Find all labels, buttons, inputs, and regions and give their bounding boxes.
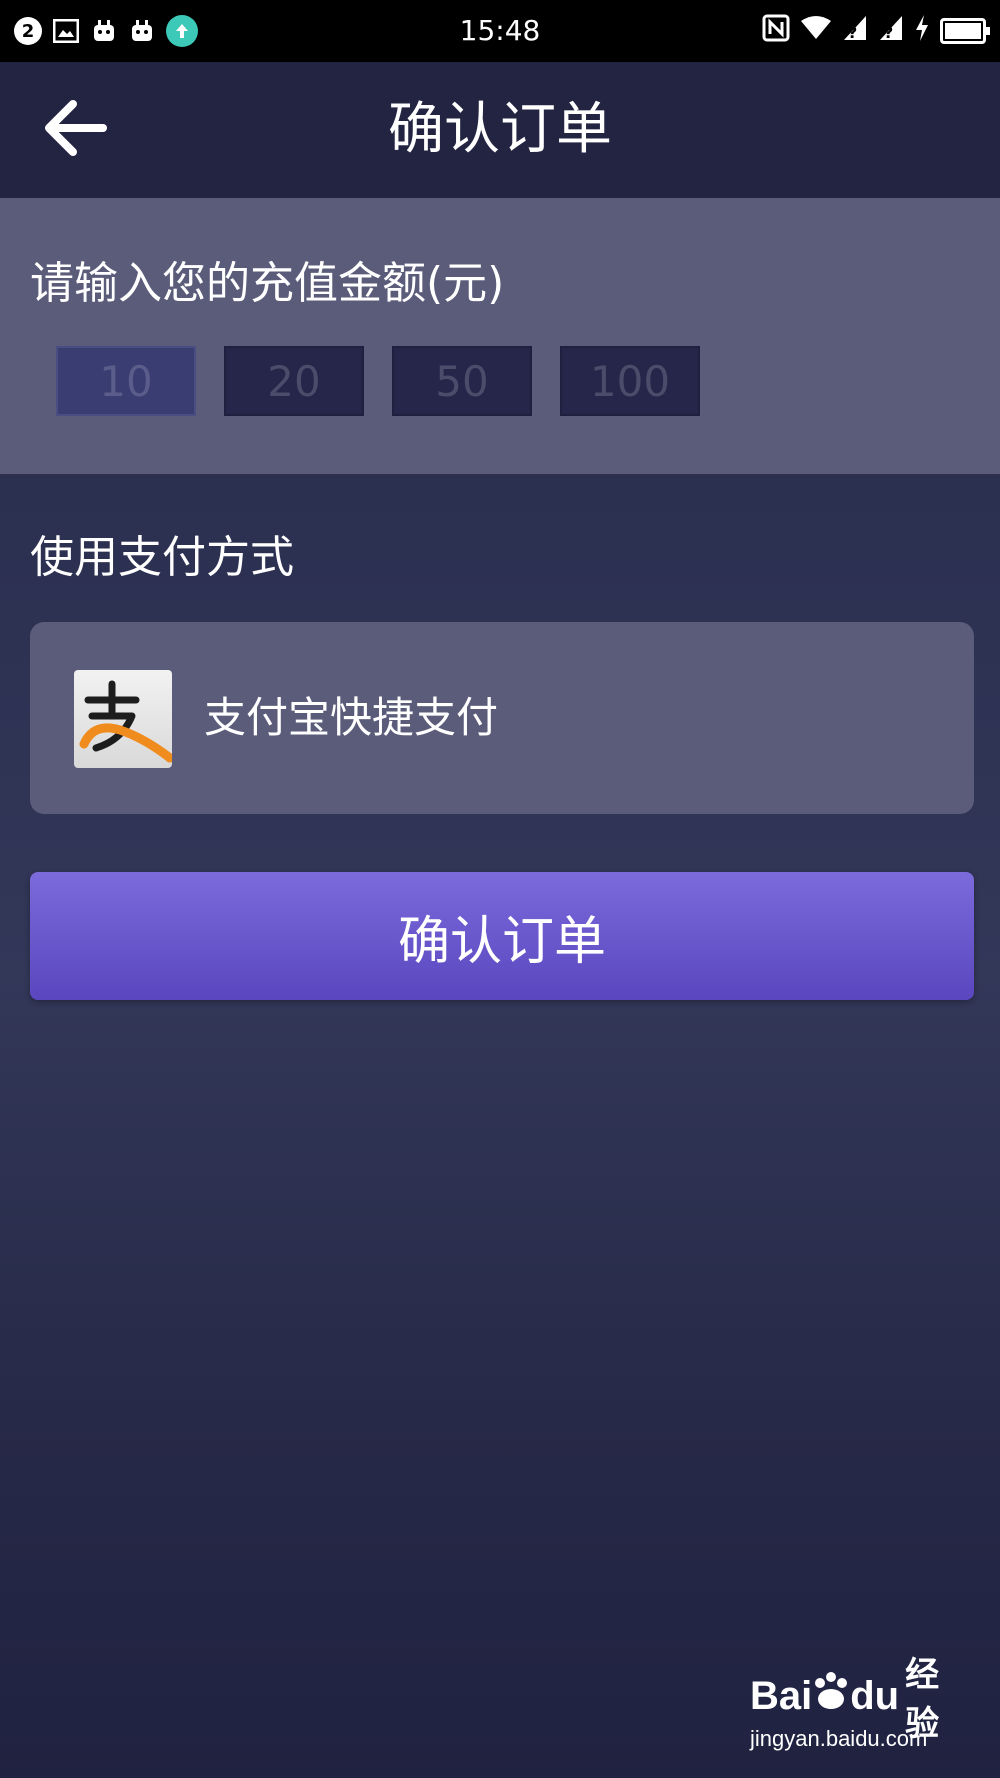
amount-label: 请输入您的充值金额(元) <box>30 258 505 309</box>
app-screen: 2 15:48 ? ? 确认订单 请输入您的充值金额(元) 10 20 50 1… <box>0 0 1000 1778</box>
amount-option-20[interactable]: 20 <box>224 346 364 416</box>
charging-icon <box>914 14 930 48</box>
watermark-brand: Bai du 经验 <box>750 1656 940 1743</box>
amount-option-10[interactable]: 10 <box>56 346 196 416</box>
battery-icon <box>940 18 990 44</box>
signal-icon: ? <box>842 14 868 48</box>
watermark-url: jingyan.baidu.com <box>750 1726 928 1751</box>
nfc-icon <box>762 14 790 48</box>
svg-text:?: ? <box>884 23 893 42</box>
page-title: 确认订单 <box>388 97 612 162</box>
amount-option-50[interactable]: 50 <box>392 346 532 416</box>
svg-text:?: ? <box>848 23 857 42</box>
status-bar: 2 15:48 ? ? <box>0 0 1000 62</box>
amount-option-100[interactable]: 100 <box>560 346 700 416</box>
payment-method-alipay[interactable]: 支付宝快捷支付 <box>30 622 974 814</box>
status-right-icons: ? ? <box>762 14 990 48</box>
payment-section-title: 使用支付方式 <box>30 532 294 583</box>
alipay-icon <box>74 670 172 768</box>
amount-section: 请输入您的充值金额(元) 10 20 50 100 <box>0 198 1000 476</box>
wifi-icon <box>800 15 832 47</box>
paw-icon <box>812 1671 850 1721</box>
confirm-order-button[interactable]: 确认订单 <box>30 872 974 1000</box>
payment-method-name: 支付宝快捷支付 <box>204 693 499 742</box>
baidu-jingyan-watermark: Bai du 经验 jingyan.baidu.com <box>750 1656 960 1758</box>
signal-icon: ? <box>878 14 904 48</box>
app-header: 确认订单 <box>0 62 1000 198</box>
amount-options: 10 20 50 100 <box>56 346 700 416</box>
